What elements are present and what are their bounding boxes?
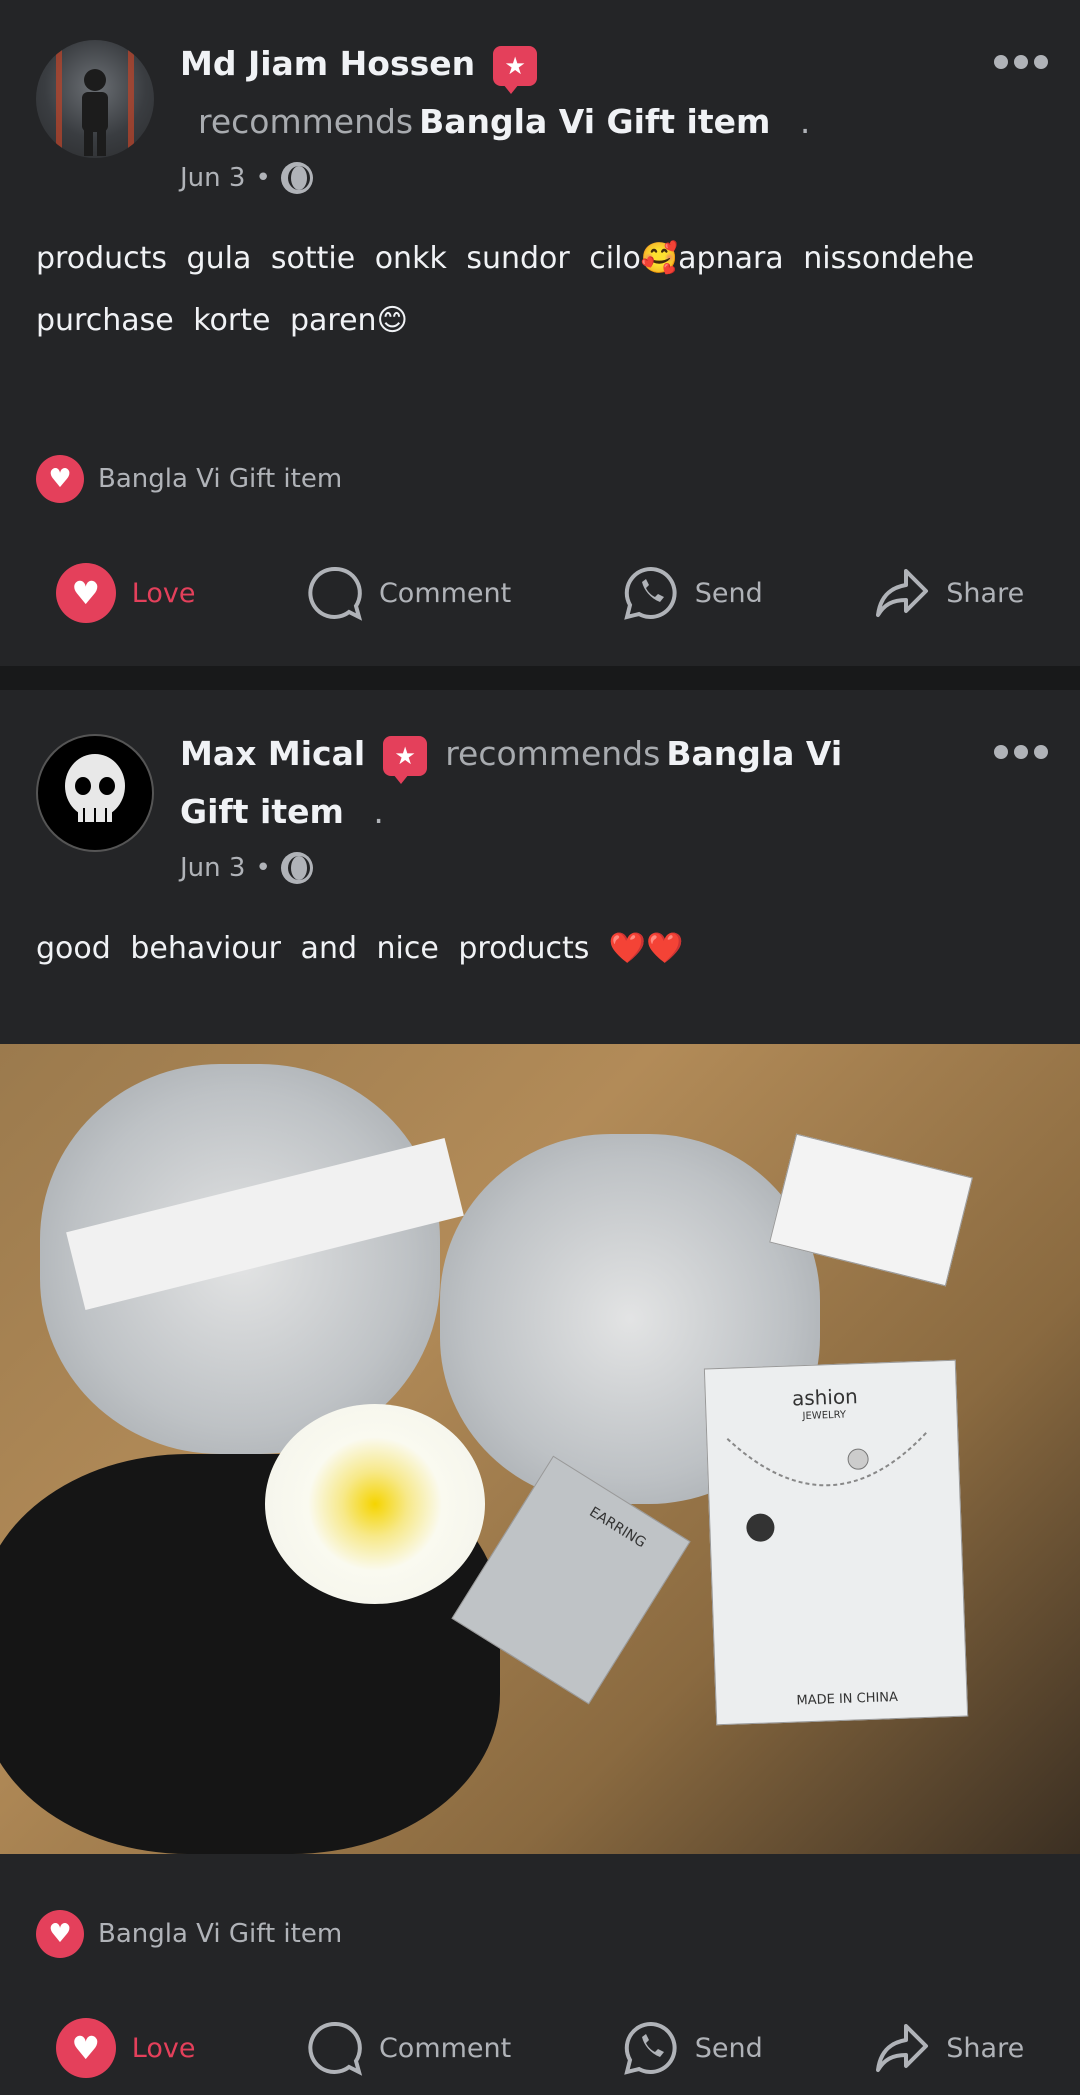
- share-button[interactable]: Share: [874, 565, 1024, 621]
- comment-button[interactable]: Comment: [307, 565, 511, 621]
- love-label: Love: [131, 577, 196, 609]
- jewelry-card: ashion JEWELRY MADE IN CHINA: [703, 1359, 969, 1726]
- love-button[interactable]: ♥ Love: [55, 2018, 196, 2078]
- comment-button[interactable]: Comment: [307, 2020, 511, 2076]
- page-suffix: .: [799, 102, 811, 141]
- post-photo[interactable]: ashion JEWELRY MADE IN CHINA EARRING: [0, 1044, 1080, 1854]
- post-date[interactable]: Jun 3: [180, 853, 245, 883]
- necklace-pendant: [726, 1431, 928, 1542]
- share-button[interactable]: Share: [874, 2020, 1024, 2076]
- post-header: Max Mical ★ recommends Bangla Vi Gift item …: [180, 725, 900, 841]
- earring-pack-label: EARRING: [586, 1504, 649, 1552]
- flower-clip: [265, 1404, 485, 1604]
- public-globe-icon: [280, 162, 313, 194]
- more-options-icon[interactable]: [994, 55, 1048, 69]
- send-label: Send: [694, 577, 763, 609]
- author-avatar[interactable]: [36, 40, 154, 158]
- post-1: Md Jiam Hossen ★recommends Bangla Vi Gift …: [0, 0, 1080, 666]
- share-label: Share: [946, 2032, 1025, 2064]
- love-icon: ♥: [55, 2018, 116, 2078]
- send-label: Send: [694, 2032, 763, 2064]
- love-button[interactable]: ♥ Love: [55, 563, 196, 623]
- meta-separator: •: [255, 853, 271, 883]
- action-bar: ♥ Love Comment Send Share: [0, 2018, 1080, 2078]
- recommendation-label: Bangla Vi Gift item: [98, 464, 343, 494]
- love-icon: ♥: [55, 563, 116, 623]
- card-brand: ashion: [791, 1384, 859, 1411]
- share-label: Share: [946, 577, 1025, 609]
- send-button[interactable]: Send: [623, 2020, 763, 2076]
- post-meta: Jun 3 •: [180, 852, 313, 884]
- recommends-text: recommends: [198, 102, 414, 141]
- post-separator: [0, 666, 1080, 690]
- post-date[interactable]: Jun 3: [180, 163, 245, 193]
- meta-separator: •: [255, 163, 271, 193]
- recommendation-badge-icon: ★: [383, 735, 428, 784]
- comment-label: Comment: [378, 577, 512, 609]
- author-avatar[interactable]: [36, 734, 154, 852]
- whatsapp-icon: [624, 2021, 677, 2075]
- post-header: Md Jiam Hossen ★ recommends Bangla Vi Gift …: [180, 35, 900, 151]
- heart-icon: ♥: [36, 455, 84, 503]
- author-name[interactable]: Max Mical: [180, 734, 365, 773]
- post-text: good behaviour and nice products ❤️❤️: [36, 931, 684, 966]
- page-name-link[interactable]: Bangla Vi Gift item: [419, 102, 770, 141]
- recommends-text: recommends: [445, 734, 661, 773]
- send-button[interactable]: Send: [623, 565, 763, 621]
- action-bar: ♥ Love Comment Send Share: [0, 563, 1080, 623]
- comment-icon: [308, 566, 363, 621]
- whatsapp-icon: [624, 566, 677, 620]
- author-name[interactable]: Md Jiam Hossen: [180, 44, 475, 83]
- comment-icon: [308, 2021, 363, 2076]
- post-2: Max Mical ★ recommends Bangla Vi Gift item …: [0, 690, 1080, 2095]
- card-made-in: MADE IN CHINA: [796, 1689, 899, 1709]
- post-meta: Jun 3 •: [180, 162, 313, 194]
- comment-label: Comment: [378, 2032, 512, 2064]
- love-label: Love: [131, 2032, 196, 2064]
- post-text: products gula sottie onkk sundor cilo🥰ap…: [36, 241, 975, 338]
- recommendation-row[interactable]: ♥ Bangla Vi Gift item: [36, 455, 342, 503]
- card-brand-sub: JEWELRY: [802, 1409, 847, 1423]
- share-icon: [876, 2024, 929, 2072]
- share-icon: [876, 569, 929, 617]
- public-globe-icon: [280, 852, 313, 884]
- heart-icon: ♥: [36, 1910, 84, 1958]
- more-options-icon[interactable]: [994, 745, 1048, 759]
- page-suffix: .: [373, 792, 384, 831]
- recommendation-label: Bangla Vi Gift item: [98, 1919, 343, 1949]
- recommendation-badge-icon: ★: [493, 45, 538, 94]
- recommendation-row[interactable]: ♥ Bangla Vi Gift item: [36, 1910, 342, 1958]
